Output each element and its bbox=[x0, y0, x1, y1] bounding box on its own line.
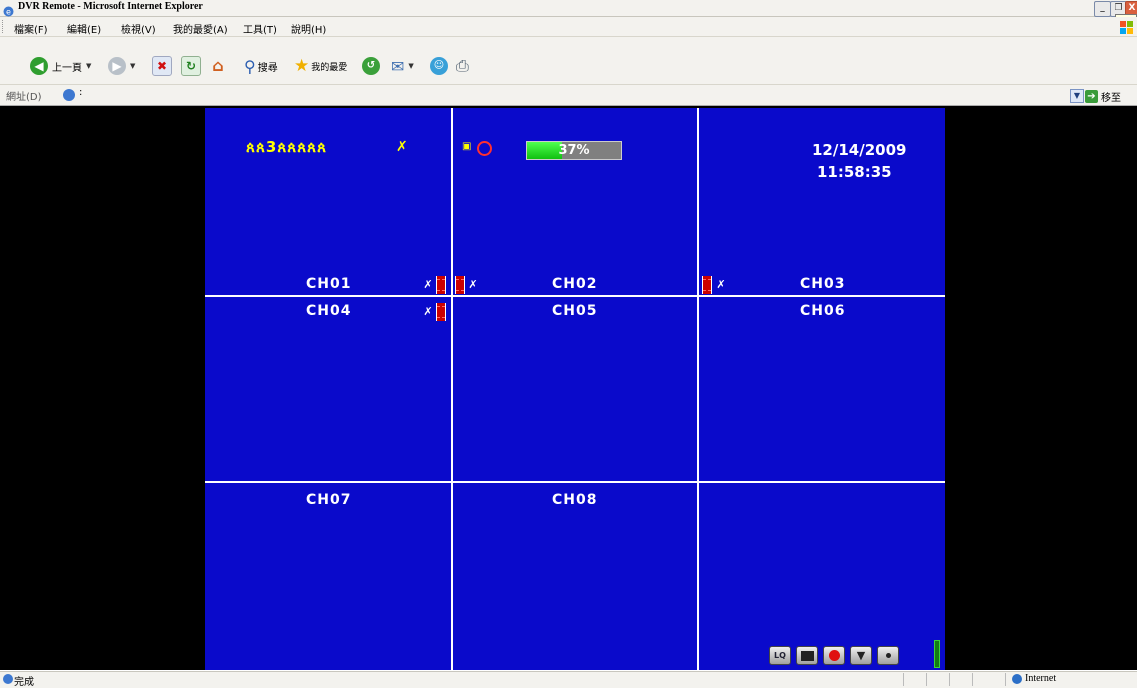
ch03-mute-icon: ✗ bbox=[716, 278, 726, 291]
status-divider bbox=[1005, 673, 1006, 686]
alarm-status-icons: ጰጰ3ጰጰጰጰጰ bbox=[246, 138, 328, 156]
search-icon: ⚲ bbox=[244, 56, 256, 76]
ch03-record-icon bbox=[702, 276, 712, 294]
go-arrow-icon: ➔ bbox=[1085, 89, 1098, 103]
record-button[interactable] bbox=[823, 646, 845, 665]
grid-line-h1 bbox=[205, 295, 945, 297]
channel-label-4: CH04 bbox=[306, 303, 352, 319]
forward-button[interactable]: ▶ ▼ bbox=[108, 54, 135, 78]
snapshot-button[interactable]: ▼ bbox=[850, 646, 872, 665]
dvr-date: 12/14/2009 bbox=[812, 141, 907, 159]
back-arrow-icon: ◀ bbox=[30, 57, 48, 75]
ch04-record-icon bbox=[436, 303, 446, 321]
address-label: 網址(D) bbox=[6, 92, 42, 103]
status-divider bbox=[972, 673, 973, 686]
timer-icon bbox=[477, 141, 492, 156]
grid-line-v2 bbox=[697, 108, 699, 670]
favorites-button[interactable]: ★ 我的最愛 bbox=[294, 54, 347, 78]
mail-dropdown-icon[interactable]: ▼ bbox=[408, 62, 413, 70]
menu-help[interactable]: 說明(H) bbox=[291, 21, 326, 36]
grid-line-v1 bbox=[451, 108, 453, 670]
snapshot-icon: ▼ bbox=[856, 649, 866, 662]
side-level-gauge bbox=[934, 640, 940, 668]
status-divider bbox=[903, 673, 904, 686]
star-icon: ★ bbox=[294, 56, 310, 76]
security-zone-label: Internet bbox=[1025, 673, 1057, 684]
back-label: 上一頁 bbox=[52, 62, 82, 74]
search-label: 搜尋 bbox=[257, 62, 278, 74]
dvr-video-grid bbox=[205, 108, 945, 670]
forward-dropdown-icon[interactable]: ▼ bbox=[130, 62, 135, 70]
windows-flag-icon bbox=[1119, 19, 1135, 36]
home-icon: ⌂ bbox=[212, 56, 224, 75]
menu-view[interactable]: 檢視(V) bbox=[121, 21, 156, 36]
history-button[interactable]: ↺ bbox=[362, 54, 380, 78]
go-button[interactable]: ➔ 移至 bbox=[1085, 88, 1121, 104]
channel-label-5: CH05 bbox=[552, 303, 598, 319]
lq-quality-button[interactable]: LQ bbox=[769, 646, 791, 665]
menu-tools[interactable]: 工具(T) bbox=[243, 21, 277, 36]
status-bar bbox=[0, 671, 1137, 688]
mail-icon: ✉ bbox=[391, 56, 405, 76]
home-button[interactable]: ⌂ bbox=[209, 54, 227, 78]
forward-arrow-icon: ▶ bbox=[108, 57, 126, 75]
dvr-time: 11:58:35 bbox=[817, 163, 892, 181]
channel-label-2: CH02 bbox=[552, 276, 598, 292]
mail-button[interactable]: ✉ ▼ bbox=[391, 54, 414, 78]
address-input[interactable] bbox=[62, 88, 1064, 102]
camera-button[interactable] bbox=[877, 646, 899, 665]
monitor-icon bbox=[800, 650, 814, 661]
messenger-icon: ☺ bbox=[430, 57, 448, 75]
menu-file[interactable]: 檔案(F) bbox=[14, 21, 48, 36]
refresh-icon: ↻ bbox=[181, 56, 201, 76]
search-button[interactable]: ⚲ 搜尋 bbox=[244, 54, 278, 78]
mute-icon: ✗ bbox=[396, 139, 408, 155]
back-dropdown-icon[interactable]: ▼ bbox=[86, 62, 91, 70]
stop-icon: ✖ bbox=[152, 56, 172, 76]
menu-grip bbox=[2, 20, 6, 33]
minimize-button[interactable]: _ bbox=[1094, 1, 1111, 17]
channel-label-1: CH01 bbox=[306, 276, 352, 292]
ch04-mute-icon: ✗ bbox=[423, 305, 433, 318]
title-bar: e DVR Remote - Microsoft Internet Explor… bbox=[0, 0, 1137, 17]
camera-icon bbox=[885, 653, 891, 658]
channel-label-3: CH03 bbox=[800, 276, 846, 292]
address-value: : bbox=[79, 87, 83, 98]
menu-bar bbox=[0, 17, 1137, 37]
favorites-label: 我的最愛 bbox=[311, 62, 348, 73]
channel-label-6: CH06 bbox=[800, 303, 846, 319]
address-dropdown-button[interactable]: ▼ bbox=[1070, 89, 1084, 103]
display-mode-button[interactable] bbox=[796, 646, 818, 665]
svg-text:e: e bbox=[6, 8, 11, 17]
printer-icon: ⎙ bbox=[456, 56, 469, 75]
window-title: DVR Remote - Microsoft Internet Explorer bbox=[18, 1, 203, 12]
back-button[interactable]: ◀ 上一頁 ▼ bbox=[30, 54, 91, 78]
ie-app-icon: e bbox=[3, 2, 14, 17]
status-divider bbox=[949, 673, 950, 686]
go-label: 移至 bbox=[1101, 92, 1121, 104]
internet-zone-icon bbox=[1012, 674, 1022, 684]
menu-favorites[interactable]: 我的最愛(A) bbox=[173, 21, 228, 36]
channel-label-8: CH08 bbox=[552, 492, 598, 508]
history-icon: ↺ bbox=[362, 57, 380, 75]
channel-label-7: CH07 bbox=[306, 492, 352, 508]
page-icon bbox=[63, 89, 75, 101]
ch01-mute-icon: ✗ bbox=[423, 278, 433, 291]
print-button[interactable]: ⎙ bbox=[456, 54, 469, 78]
disk-usage-text: 37% bbox=[558, 143, 590, 158]
menu-edit[interactable]: 編輯(E) bbox=[67, 21, 101, 36]
status-divider bbox=[926, 673, 927, 686]
ch01-record-icon bbox=[436, 276, 446, 294]
record-dot-icon bbox=[828, 650, 840, 661]
disk-usage-bar: 37% bbox=[526, 141, 622, 160]
refresh-button[interactable]: ↻ bbox=[181, 54, 201, 78]
ch02-mute-icon: ✗ bbox=[468, 278, 478, 291]
network-icon: ▣ bbox=[462, 141, 472, 152]
status-text: 完成 bbox=[14, 677, 34, 688]
ch02-record-icon bbox=[455, 276, 465, 294]
stop-button[interactable]: ✖ bbox=[152, 54, 172, 78]
messenger-button[interactable]: ☺ bbox=[430, 54, 448, 78]
grid-line-h2 bbox=[205, 481, 945, 483]
status-page-icon bbox=[3, 674, 13, 684]
